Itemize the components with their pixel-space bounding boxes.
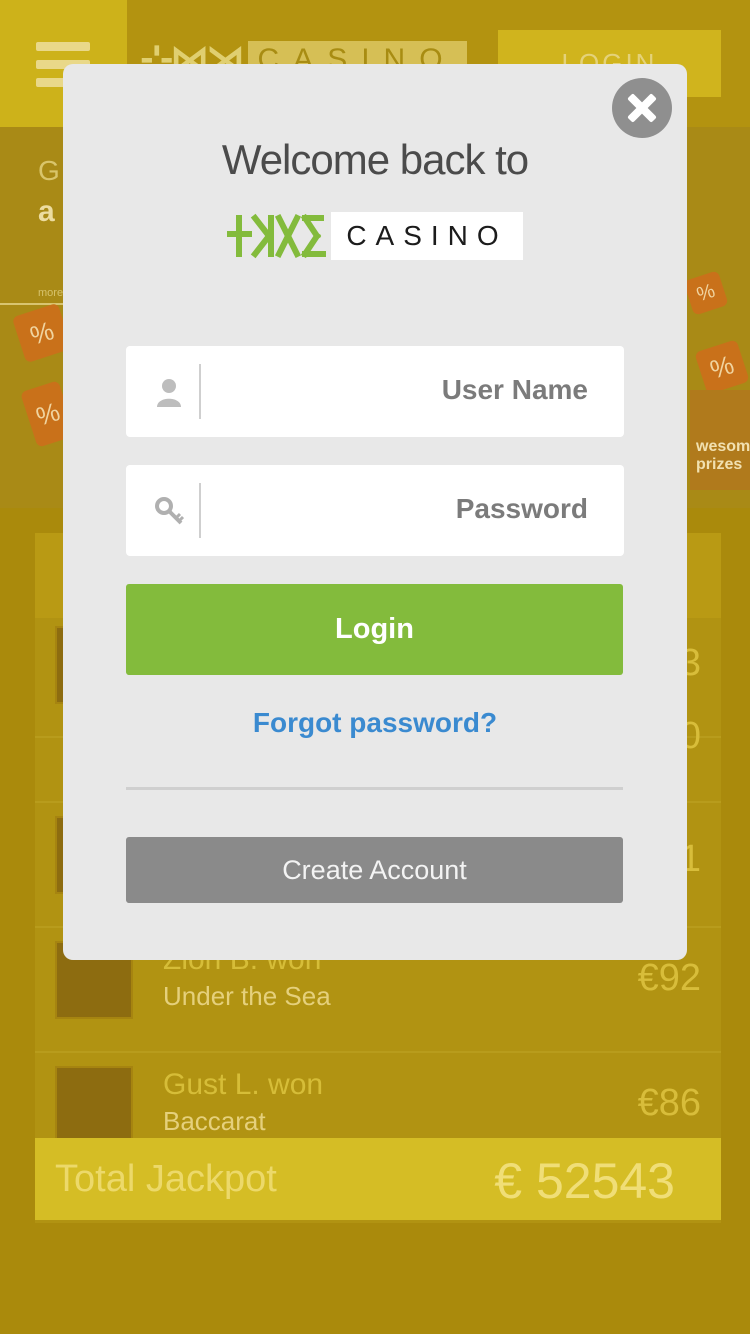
field-divider (199, 364, 201, 419)
password-field[interactable]: Password (126, 465, 624, 556)
total-jackpot-bar: Total Jackpot € 52543 (35, 1138, 721, 1220)
banner-line-2: a (38, 195, 55, 228)
close-button[interactable] (612, 78, 672, 138)
winner-amount: €92 (637, 957, 701, 999)
jackpot-label: Total Jackpot (55, 1158, 277, 1200)
create-account-button[interactable]: Create Account (126, 837, 623, 903)
winner-amount: €86 (637, 1082, 701, 1124)
banner-line-1: G (38, 155, 60, 186)
forgot-password-link[interactable]: Forgot password? (63, 707, 687, 739)
percent-badge: % (694, 339, 750, 395)
logo-word: CASINO (331, 212, 523, 260)
close-icon (625, 91, 659, 125)
welcome-heading: Welcome back to (221, 136, 529, 183)
game-thumbnail (55, 1066, 133, 1144)
logo-glyph-icon (227, 213, 326, 259)
winner-name: Gust L. won (163, 1068, 324, 1101)
winner-game: Baccarat (163, 1106, 266, 1136)
banner-more-link[interactable]: more (38, 287, 63, 299)
username-placeholder: User Name (441, 374, 588, 405)
login-modal: Welcome back to CASINO User Name Passwor… (63, 64, 687, 960)
username-field[interactable]: User Name (126, 346, 624, 437)
winner-game: Under the Sea (163, 981, 331, 1011)
login-button[interactable]: Login (126, 584, 623, 675)
modal-separator (126, 787, 623, 790)
key-icon (155, 497, 184, 525)
prize-box-image: wesome prizes (690, 390, 750, 490)
percent-badge: % (683, 270, 729, 316)
field-divider (199, 483, 201, 538)
casino-logo: CASINO (227, 212, 523, 260)
jackpot-value: € 52543 (494, 1153, 675, 1209)
password-placeholder: Password (455, 493, 588, 524)
hamburger-icon (36, 42, 90, 51)
user-icon (157, 379, 181, 407)
prize-text: wesome prizes (696, 438, 750, 473)
